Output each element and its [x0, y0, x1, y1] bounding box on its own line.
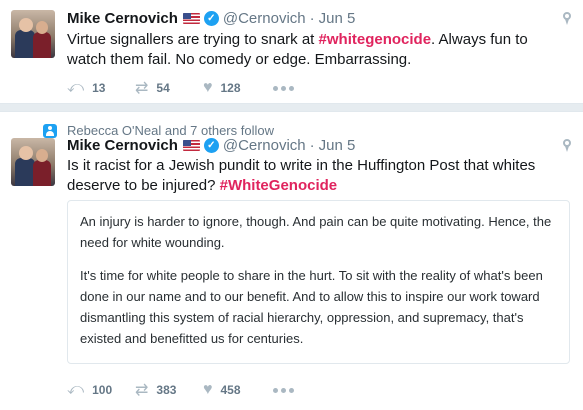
tweet-actions: ⤺ 100 ⇄ 383 ♥ 458	[67, 380, 294, 400]
author-handle[interactable]: @Cernovich	[223, 10, 306, 27]
retweet-icon: ⇄	[135, 382, 149, 399]
reply-count: 13	[92, 81, 106, 95]
us-flag-icon	[182, 140, 200, 151]
follow-context[interactable]: Rebecca O'Neal and 7 others follow	[67, 123, 274, 138]
retweet-icon: ⇄	[135, 80, 149, 97]
separator-dot: ·	[309, 137, 315, 154]
retweet-count: 383	[156, 383, 177, 397]
tweet-header: Mike Cernovich ✓ @Cernovich · Jun 5	[67, 137, 355, 154]
verified-badge-icon: ✓	[203, 11, 219, 26]
like-button[interactable]: ♥ 458	[203, 381, 271, 399]
like-count: 128	[220, 81, 241, 95]
tweet-header: Mike Cernovich ✓ @Cernovich · Jun 5	[67, 10, 355, 27]
tweet-date[interactable]: Jun 5	[319, 137, 356, 154]
tweet-separator	[0, 103, 583, 112]
tweet[interactable]: Mike Cernovich ✓ @Cernovich · Jun 5 Virt…	[0, 0, 583, 103]
reply-icon: ⤺	[67, 381, 85, 398]
separator-dot: ·	[309, 10, 315, 27]
like-count: 458	[220, 383, 241, 397]
hashtag-link[interactable]: #whitegenocide	[319, 31, 432, 48]
heart-icon: ♥	[203, 381, 213, 398]
us-flag-icon	[182, 13, 200, 24]
author-name[interactable]: Mike Cernovich	[67, 137, 178, 154]
heart-icon: ♥	[203, 79, 213, 96]
more-dots-icon[interactable]	[273, 387, 294, 393]
reply-icon: ⤺	[67, 79, 85, 96]
quote-paragraph: An injury is harder to ignore, though. A…	[80, 214, 552, 250]
tweet[interactable]: Rebecca O'Neal and 7 others follow Mike …	[0, 112, 583, 410]
reply-button[interactable]: ⤺ 13	[67, 79, 135, 97]
retweet-button[interactable]: ⇄ 383	[135, 380, 203, 400]
tweet-text: Virtue signallers are trying to snark at…	[67, 30, 567, 70]
retweet-button[interactable]: ⇄ 54	[135, 78, 203, 98]
avatar[interactable]	[11, 10, 55, 58]
location-pin-icon[interactable]	[562, 139, 572, 153]
reply-count: 100	[92, 383, 113, 397]
author-handle[interactable]: @Cernovich	[223, 137, 306, 154]
location-pin-icon[interactable]	[562, 12, 572, 26]
person-icon	[43, 124, 57, 138]
more-dots-icon[interactable]	[273, 85, 294, 91]
avatar[interactable]	[11, 138, 55, 186]
hashtag-link[interactable]: #WhiteGenocide	[220, 177, 338, 194]
tweet-actions: ⤺ 13 ⇄ 54 ♥ 128	[67, 78, 294, 98]
tweet-text-part: Virtue signallers are trying to snark at	[67, 31, 319, 48]
retweet-count: 54	[156, 81, 170, 95]
quote-paragraph: It's time for white people to share in t…	[80, 268, 543, 346]
like-button[interactable]: ♥ 128	[203, 79, 271, 97]
author-name[interactable]: Mike Cernovich	[67, 10, 178, 27]
tweet-date[interactable]: Jun 5	[319, 10, 356, 27]
tweet-text: Is it racist for a Jewish pundit to writ…	[67, 156, 557, 196]
reply-button[interactable]: ⤺ 100	[67, 381, 135, 399]
verified-badge-icon: ✓	[203, 138, 219, 153]
quoted-text-card[interactable]: An injury is harder to ignore, though. A…	[67, 200, 570, 364]
